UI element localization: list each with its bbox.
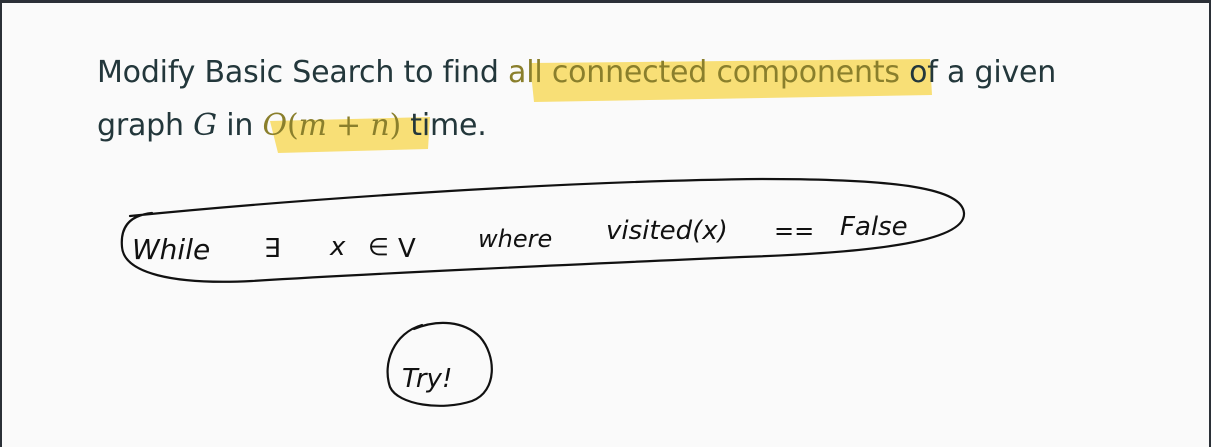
hand-try: Try! <box>402 364 452 394</box>
text-in: in <box>216 108 263 143</box>
hand-x: x <box>329 232 346 262</box>
text-before-highlight: Modify Basic Search to find <box>97 55 509 90</box>
paren-close: ) <box>389 108 401 143</box>
variable-m: m <box>298 108 327 143</box>
hand-where: where <box>478 225 552 253</box>
text-graph: graph <box>97 108 194 143</box>
variable-g: G <box>193 108 217 143</box>
variable-n: n <box>370 108 390 143</box>
hand-visited: visited(x) <box>606 216 728 246</box>
paren-open: ( <box>286 108 299 143</box>
ink-circle-around-try <box>386 321 493 407</box>
ink-loop-around-while <box>120 177 966 283</box>
hand-exists: ∃ <box>264 234 280 264</box>
slide-text-line-2: graph G in O(m + n) time. <box>97 108 487 143</box>
plus-sign: + <box>326 108 371 143</box>
hand-while: While <box>132 233 210 266</box>
hand-v: V <box>398 234 416 264</box>
big-o: O <box>262 108 288 143</box>
hand-equals: == <box>774 217 814 245</box>
lecture-slide: Modify Basic Search to find all connecte… <box>0 0 1211 447</box>
hand-in: ∈ <box>368 233 389 261</box>
hand-false: False <box>840 212 908 242</box>
text-after-highlight: of a given <box>899 55 1057 90</box>
slide-text-line-1: Modify Basic Search to find all connecte… <box>97 55 1056 90</box>
text-time: time. <box>400 108 487 143</box>
complexity-expression: O(m + n) <box>262 108 402 143</box>
highlighted-phrase: all connected components <box>508 55 900 90</box>
